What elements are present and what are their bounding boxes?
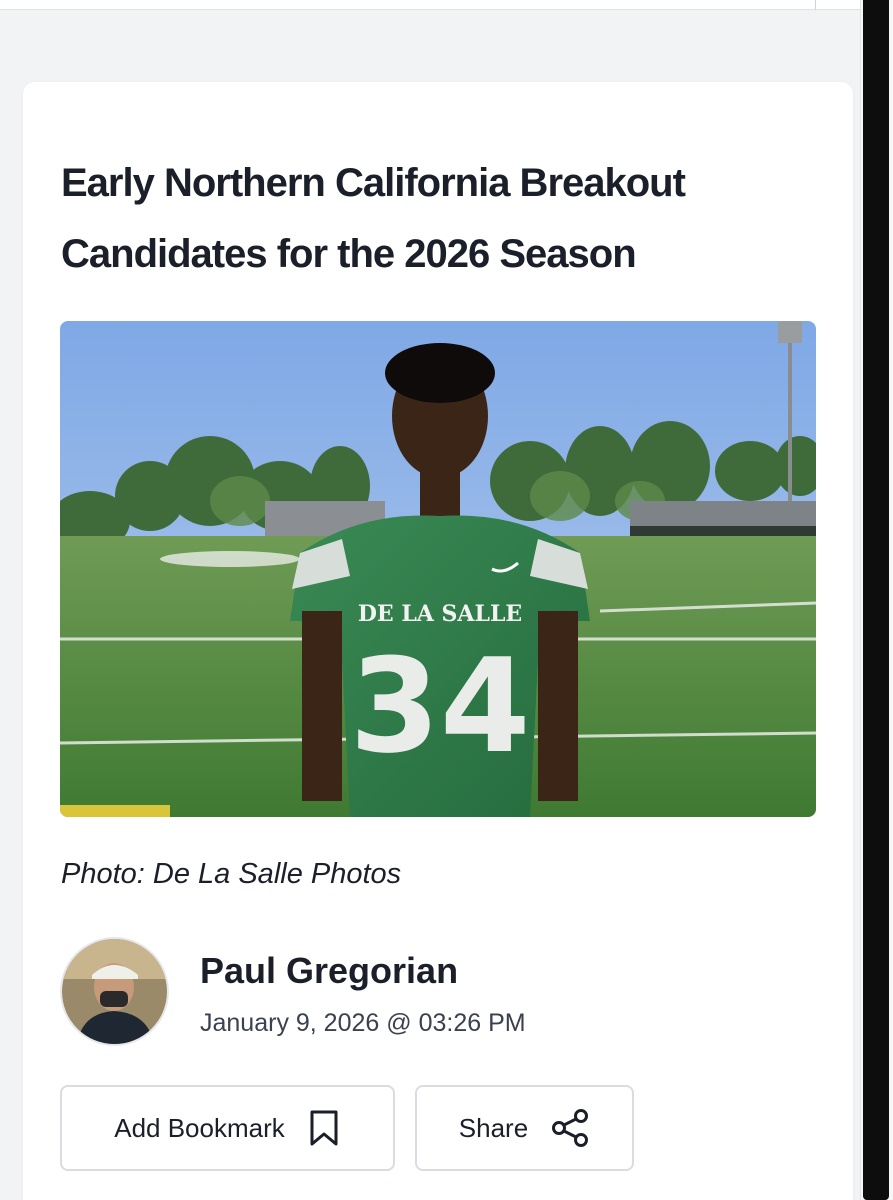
toolbar-divider — [815, 0, 816, 10]
share-label: Share — [458, 1112, 529, 1143]
jersey-number: 34 — [350, 630, 531, 782]
scrollbar[interactable] — [860, 0, 893, 1200]
article-card: Early Northern California Breakout Candi… — [23, 82, 853, 1200]
post-date: January 9, 2026 @ 03:26 PM — [200, 1009, 526, 1037]
bookmark-icon — [310, 1110, 338, 1146]
bookmark-label: Add Bookmark — [114, 1112, 285, 1143]
photo-credit: Photo: De La Salle Photos — [61, 858, 402, 890]
jersey-name: DE LA SALLE — [358, 601, 522, 627]
hero-photo: DE LA SALLE 34 — [60, 321, 816, 817]
share-icon — [552, 1109, 589, 1147]
share-button[interactable]: Share — [415, 1085, 634, 1171]
author-name[interactable]: Paul Gregorian — [200, 950, 458, 992]
scrollbar-thumb[interactable] — [863, 0, 889, 1200]
add-bookmark-button[interactable]: Add Bookmark — [60, 1085, 395, 1171]
article-title: Early Northern California Breakout Candi… — [61, 161, 686, 276]
browser-top-bar — [0, 0, 860, 10]
author-avatar[interactable] — [60, 937, 169, 1046]
